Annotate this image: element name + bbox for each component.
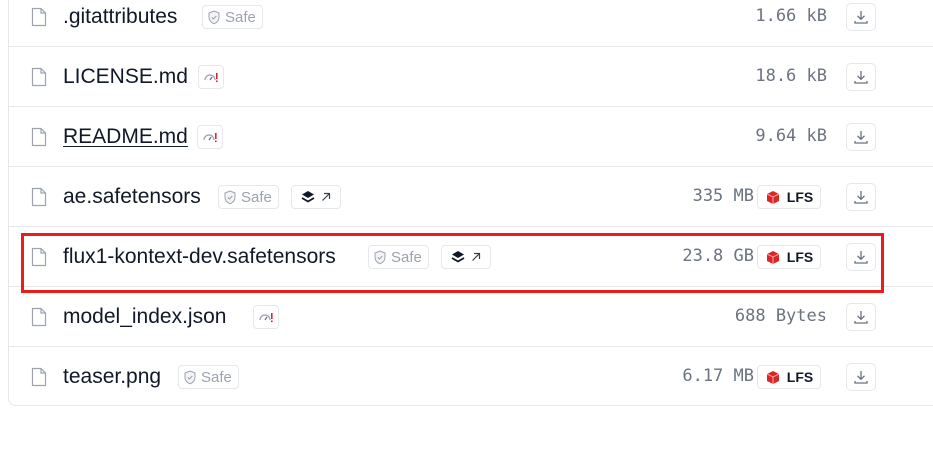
lfs-badge: LFS: [757, 185, 821, 209]
download-icon: [854, 11, 868, 24]
arrow-up-right-icon: [472, 252, 481, 261]
lfs-label: LFS: [786, 369, 814, 385]
safe-badge-label: Safe: [201, 368, 232, 386]
file-icon: [31, 67, 47, 87]
file-row-ae-safetensors: ae.safetensors Safe 335 MB LFS: [9, 167, 933, 227]
file-icon: [31, 247, 47, 267]
file-size: 18.6 kB: [755, 66, 827, 86]
file-size: 1.66 kB: [755, 6, 827, 26]
download-button[interactable]: [846, 363, 876, 391]
safe-badge[interactable]: Safe: [178, 365, 239, 389]
file-row-license: LICENSE.md 18.6 kB: [9, 47, 933, 107]
file-list: .gitattributes Safe 1.66 kB LICENSE.md 1…: [8, 0, 933, 406]
shield-check-icon: [374, 249, 386, 264]
file-name-link[interactable]: LICENSE.md: [63, 64, 188, 90]
file-name-link[interactable]: .gitattributes: [63, 4, 177, 30]
download-icon: [854, 251, 868, 264]
file-size: 6.17 MB: [682, 366, 754, 386]
file-row-readme: README.md 9.64 kB: [9, 107, 933, 167]
gauge-warning-icon: [203, 133, 217, 143]
lfs-cube-icon: [766, 250, 779, 264]
file-name-link[interactable]: model_index.json: [63, 304, 226, 330]
download-button[interactable]: [846, 3, 876, 31]
download-button[interactable]: [846, 243, 876, 271]
file-icon: [31, 367, 47, 387]
lfs-badge: LFS: [757, 365, 821, 389]
gauge-warning-icon: [204, 73, 218, 83]
download-icon: [854, 131, 868, 144]
download-button[interactable]: [846, 123, 876, 151]
file-size: 9.64 kB: [755, 126, 827, 146]
file-icon: [31, 187, 47, 207]
download-button[interactable]: [846, 303, 876, 331]
safe-badge-label: Safe: [225, 8, 256, 26]
file-icon: [31, 307, 47, 327]
shield-check-icon: [184, 369, 196, 384]
safe-badge[interactable]: Safe: [218, 185, 279, 209]
file-size: 23.8 GB: [682, 246, 754, 266]
file-row-teaser: teaser.png Safe 6.17 MB LFS: [9, 347, 933, 407]
file-row-gitattributes: .gitattributes Safe 1.66 kB: [9, 0, 933, 47]
download-icon: [854, 311, 868, 324]
download-icon: [854, 191, 868, 204]
file-icon: [31, 127, 47, 147]
tensor-viewer-button[interactable]: [291, 185, 341, 209]
file-size: 688 Bytes: [734, 306, 827, 326]
lfs-label: LFS: [786, 249, 814, 265]
pickle-scan-badge[interactable]: [253, 305, 279, 329]
file-name-link[interactable]: teaser.png: [63, 364, 161, 390]
tensor-viewer-button[interactable]: [441, 245, 491, 269]
lfs-label: LFS: [786, 189, 814, 205]
lfs-cube-icon: [766, 190, 779, 204]
file-name-link[interactable]: flux1-kontext-dev.safetensors: [63, 244, 336, 270]
download-icon: [854, 71, 868, 84]
layers-icon: [451, 251, 465, 263]
layers-icon: [301, 191, 315, 203]
file-row-model-index: model_index.json 688 Bytes: [9, 287, 933, 347]
arrow-up-right-icon: [322, 192, 331, 201]
download-icon: [854, 371, 868, 384]
safe-badge-label: Safe: [391, 248, 422, 266]
safe-badge[interactable]: Safe: [202, 5, 263, 29]
file-name-link[interactable]: ae.safetensors: [63, 184, 201, 210]
lfs-cube-icon: [766, 370, 779, 384]
download-button[interactable]: [846, 183, 876, 211]
download-button[interactable]: [846, 63, 876, 91]
safe-badge[interactable]: Safe: [368, 245, 429, 269]
lfs-badge: LFS: [757, 245, 821, 269]
file-row-flux1-kontext-dev: flux1-kontext-dev.safetensors Safe 23.8 …: [9, 227, 933, 287]
pickle-scan-badge[interactable]: [198, 65, 224, 89]
shield-check-icon: [224, 189, 236, 204]
file-size: 335 MB: [692, 186, 754, 206]
file-name-link[interactable]: README.md: [63, 124, 188, 150]
shield-check-icon: [208, 9, 220, 24]
gauge-warning-icon: [259, 313, 273, 323]
safe-badge-label: Safe: [241, 188, 272, 206]
pickle-scan-badge[interactable]: [197, 125, 223, 149]
file-icon: [31, 7, 47, 27]
